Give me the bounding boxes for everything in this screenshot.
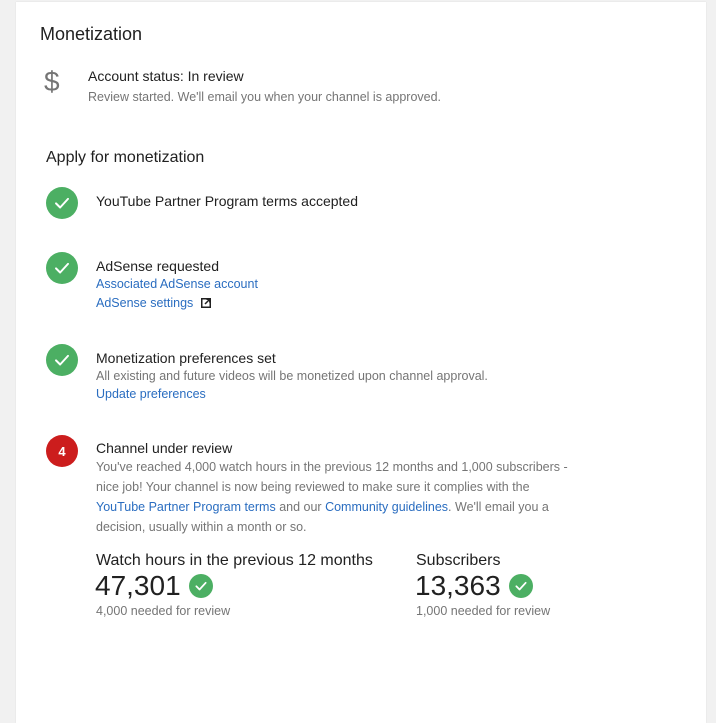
- subscribers-value: 13,363: [415, 570, 501, 601]
- watch-hours-value: 47,301: [95, 570, 181, 601]
- external-link-icon: [200, 297, 211, 311]
- review-text-1: You've reached 4,000 watch hours in the …: [96, 460, 568, 494]
- card-title: Monetization: [40, 24, 143, 44]
- adsense-settings-link[interactable]: AdSense settings: [96, 296, 193, 310]
- community-guidelines-link[interactable]: Community guidelines: [325, 500, 448, 514]
- update-preferences-link[interactable]: Update preferences: [96, 387, 206, 401]
- watch-hours-label: Watch hours in the previous 12 months: [96, 552, 373, 569]
- watch-hours-value-row: 47,301: [95, 570, 213, 602]
- step-number-badge: 4: [46, 435, 78, 467]
- partner-program-terms-link[interactable]: YouTube Partner Program terms: [96, 500, 276, 514]
- account-status-subtitle: Review started. We'll email you when you…: [88, 90, 442, 104]
- step-preferences-subtitle: All existing and future videos will be m…: [96, 369, 488, 383]
- subscribers-sub: 1,000 needed for review: [416, 604, 551, 618]
- review-text-2: and our: [275, 500, 326, 514]
- subscribers-label: Subscribers: [416, 552, 501, 569]
- watch-hours-sub: 4,000 needed for review: [96, 604, 231, 618]
- associated-adsense-link[interactable]: Associated AdSense account: [96, 277, 258, 291]
- check-icon: [508, 574, 533, 598]
- dollar-icon: $: [44, 66, 60, 97]
- check-icon: [188, 574, 213, 598]
- step-adsense-title: AdSense requested: [96, 258, 219, 274]
- step-review-description: You've reached 4,000 watch hours in the …: [96, 457, 576, 537]
- subscribers-value-row: 13,363: [415, 570, 533, 602]
- adsense-settings-row[interactable]: AdSense settings: [96, 296, 211, 311]
- step-terms-title: YouTube Partner Program terms accepted: [96, 193, 358, 209]
- check-icon: [46, 252, 78, 284]
- step-preferences-title: Monetization preferences set: [96, 350, 276, 366]
- check-icon: [46, 187, 78, 219]
- monetization-card: Monetization $ Account status: In review…: [16, 2, 706, 723]
- account-status-title: Account status: In review: [88, 68, 244, 84]
- step-review-title: Channel under review: [96, 440, 233, 456]
- apply-section-title: Apply for monetization: [46, 149, 205, 166]
- check-icon: [46, 344, 78, 376]
